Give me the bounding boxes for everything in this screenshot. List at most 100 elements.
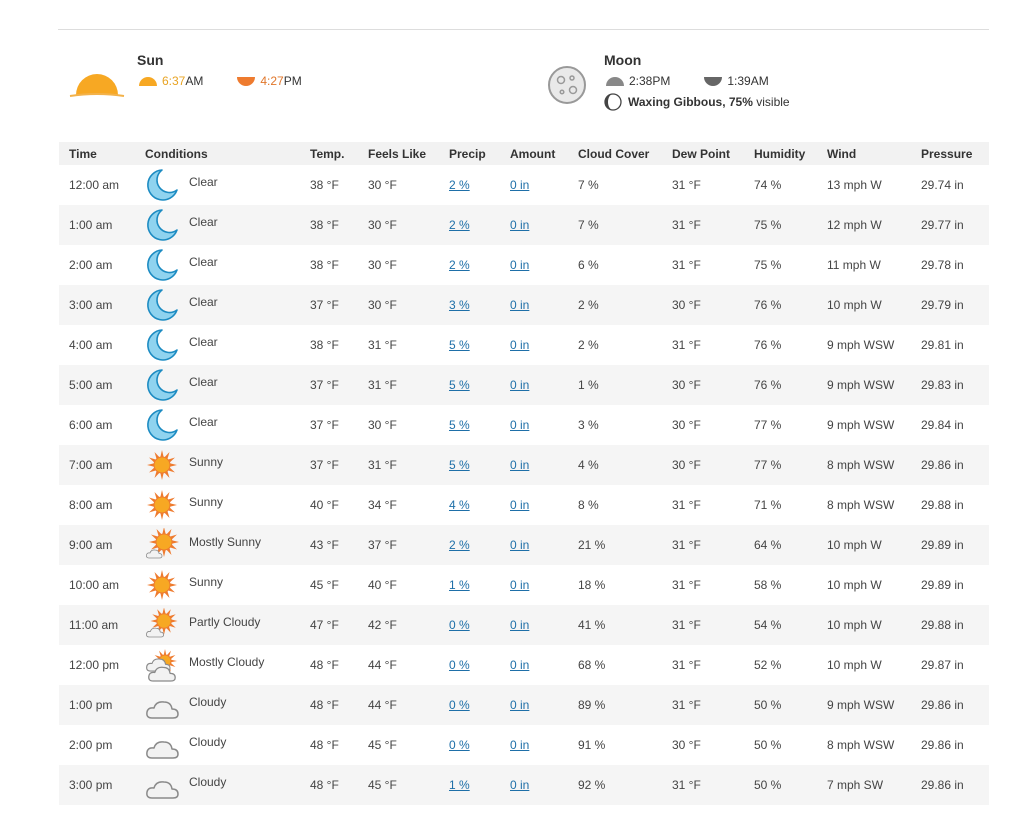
table-row: 2:00 am Clear 38 °F 30 °F 2 % 0 in 6 % 31 °F 75 … [59, 245, 989, 285]
precip-cell: 3 % [449, 285, 470, 325]
amount-link[interactable]: 0 in [510, 298, 529, 312]
moon-icon [145, 285, 179, 325]
precip-link[interactable]: 0 % [449, 618, 470, 632]
table-row: 3:00 pm Cloudy 48 °F 45 °F 1 % 0 in 92 % 31 °F 5… [59, 765, 989, 805]
amount-link[interactable]: 0 in [510, 618, 529, 632]
dew-point-cell: 31 °F [672, 498, 701, 512]
precip-link[interactable]: 0 % [449, 658, 470, 672]
amount-link[interactable]: 0 in [510, 658, 529, 672]
sunrise: 6:37 AM [137, 74, 203, 88]
wind-cell: 8 mph WSW [827, 498, 895, 512]
conditions-cell: Clear [189, 175, 218, 189]
amount-link[interactable]: 0 in [510, 258, 529, 272]
amount-link[interactable]: 0 in [510, 698, 529, 712]
feels-like-cell: 37 °F [368, 538, 397, 552]
amount-cell: 0 in [510, 605, 529, 645]
wind-cell: 10 mph W [827, 618, 882, 632]
cloud-cover-cell: 68 % [578, 658, 606, 672]
time-cell: 12:00 pm [69, 658, 120, 672]
precip-link[interactable]: 2 % [449, 178, 470, 192]
precip-link[interactable]: 2 % [449, 218, 470, 232]
dew-point-cell: 31 °F [672, 778, 701, 792]
precip-cell: 2 % [449, 525, 470, 565]
amount-link[interactable]: 0 in [510, 338, 529, 352]
precip-cell: 2 % [449, 205, 470, 245]
temp-cell: 38 °F [310, 218, 339, 232]
amount-link[interactable]: 0 in [510, 538, 529, 552]
amount-link[interactable]: 0 in [510, 498, 529, 512]
amount-link[interactable]: 0 in [510, 418, 529, 432]
feels-like-cell: 45 °F [368, 738, 397, 752]
amount-cell: 0 in [510, 405, 529, 445]
amount-link[interactable]: 0 in [510, 778, 529, 792]
wind-cell: 10 mph W [827, 298, 882, 312]
feels-like-cell: 30 °F [368, 258, 397, 272]
amount-link[interactable]: 0 in [510, 738, 529, 752]
precip-link[interactable]: 2 % [449, 258, 470, 272]
pressure-cell: 29.74 in [921, 178, 964, 192]
time-cell: 3:00 am [69, 298, 113, 312]
amount-link[interactable]: 0 in [510, 218, 529, 232]
amount-link[interactable]: 0 in [510, 578, 529, 592]
amount-link[interactable]: 0 in [510, 458, 529, 472]
conditions-cell: Clear [189, 215, 218, 229]
precip-link[interactable]: 4 % [449, 498, 470, 512]
precip-link[interactable]: 0 % [449, 738, 470, 752]
dew-point-cell: 31 °F [672, 578, 701, 592]
sun-icon [145, 485, 179, 525]
pressure-cell: 29.81 in [921, 338, 964, 352]
moon-icon [145, 325, 179, 365]
moon-icon [145, 165, 179, 205]
temp-cell: 48 °F [310, 778, 339, 792]
amount-link[interactable]: 0 in [510, 178, 529, 192]
sunrise-icon [139, 77, 157, 86]
temp-cell: 47 °F [310, 618, 339, 632]
humidity-cell: 76 % [754, 338, 782, 352]
precip-link[interactable]: 5 % [449, 418, 470, 432]
table-row: 7:00 am Sunny 37 °F 31 °F 5 % 0 in 4 % 30 °F 77 … [59, 445, 989, 485]
time-cell: 6:00 am [69, 418, 113, 432]
table-row: 1:00 am Clear 38 °F 30 °F 2 % 0 in 7 % 31 °F 75 … [59, 205, 989, 245]
precip-cell: 2 % [449, 245, 470, 285]
precip-link[interactable]: 5 % [449, 458, 470, 472]
table-row: 4:00 am Clear 38 °F 31 °F 5 % 0 in 2 % 31 °F 76 … [59, 325, 989, 365]
table-row: 5:00 am Clear 37 °F 31 °F 5 % 0 in 1 % 30 °F 76 … [59, 365, 989, 405]
table-row: 3:00 am Clear 37 °F 30 °F 3 % 0 in 2 % 30 °F 76 … [59, 285, 989, 325]
precip-link[interactable]: 3 % [449, 298, 470, 312]
humidity-cell: 77 % [754, 418, 782, 432]
precip-link[interactable]: 5 % [449, 378, 470, 392]
table-row: 12:00 am Clear 38 °F 30 °F 2 % 0 in 7 % 31 °F 74… [59, 165, 989, 205]
feels-like-cell: 31 °F [368, 338, 397, 352]
table-row: 12:00 pm Mostly Cloudy 48 °F 44 °F 0 % 0 in 68… [59, 645, 989, 685]
feels-like-cell: 31 °F [368, 378, 397, 392]
feels-like-cell: 30 °F [368, 178, 397, 192]
header-dew-point: Dew Point [672, 146, 731, 161]
temp-cell: 40 °F [310, 498, 339, 512]
conditions-cell: Clear [189, 335, 218, 349]
precip-link[interactable]: 5 % [449, 338, 470, 352]
amount-cell: 0 in [510, 685, 529, 725]
precip-link[interactable]: 1 % [449, 778, 470, 792]
mostly-cloudy-icon [145, 645, 179, 685]
pressure-cell: 29.89 in [921, 578, 964, 592]
moon-info: Moon 2:38PM 1:39AM Waxing Gibbous, 75% v… [604, 52, 801, 111]
conditions-cell: Clear [189, 415, 218, 429]
precip-cell: 1 % [449, 765, 470, 805]
wind-cell: 13 mph W [827, 178, 882, 192]
feels-like-cell: 40 °F [368, 578, 397, 592]
header-cloud-cover: Cloud Cover [578, 146, 650, 161]
precip-link[interactable]: 1 % [449, 578, 470, 592]
precip-link[interactable]: 0 % [449, 698, 470, 712]
wind-cell: 10 mph W [827, 658, 882, 672]
amount-link[interactable]: 0 in [510, 378, 529, 392]
header-time: Time [69, 146, 97, 161]
amount-cell: 0 in [510, 445, 529, 485]
conditions-cell: Clear [189, 375, 218, 389]
pressure-cell: 29.88 in [921, 618, 964, 632]
time-cell: 2:00 am [69, 258, 113, 272]
precip-link[interactable]: 2 % [449, 538, 470, 552]
amount-cell: 0 in [510, 565, 529, 605]
pressure-cell: 29.78 in [921, 258, 964, 272]
moonset-time: 1:39AM [727, 74, 769, 88]
dew-point-cell: 31 °F [672, 338, 701, 352]
